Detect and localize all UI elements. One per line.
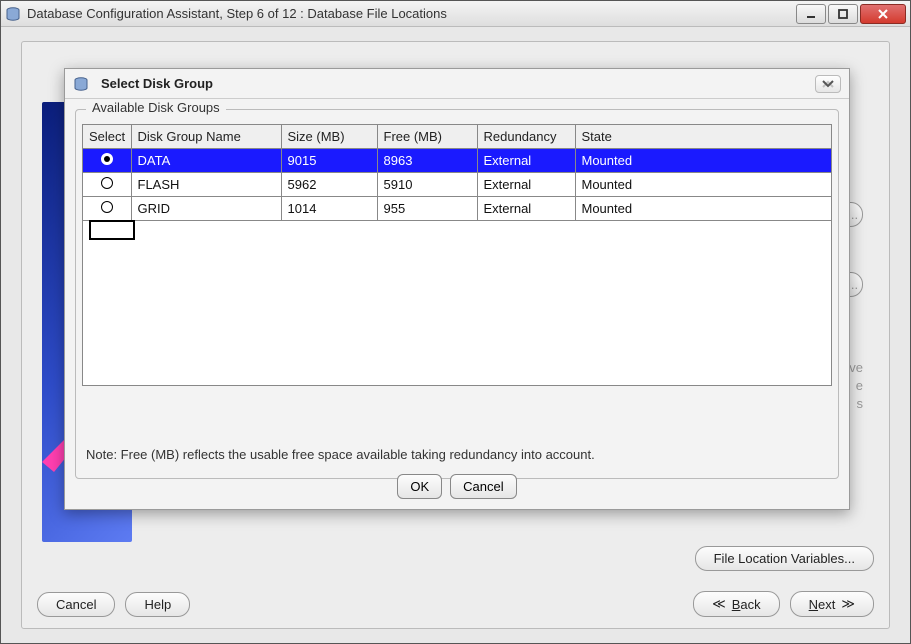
- cell-name: DATA: [131, 149, 281, 173]
- select-disk-group-dialog: Select Disk Group Available Disk Groups …: [64, 68, 850, 510]
- table-row[interactable]: GRID1014955ExternalMounted: [83, 197, 831, 221]
- dialog-titlebar[interactable]: Select Disk Group: [65, 69, 849, 99]
- close-button[interactable]: [860, 4, 906, 24]
- dialog-cancel-button[interactable]: Cancel: [450, 474, 516, 499]
- note-text: Note: Free (MB) reflects the usable free…: [86, 447, 828, 462]
- cell-state: Mounted: [575, 149, 831, 173]
- col-free[interactable]: Free (MB): [377, 125, 477, 149]
- dialog-close-button[interactable]: [815, 75, 841, 93]
- cell-size: 5962: [281, 173, 377, 197]
- back-label: ack: [740, 597, 760, 612]
- cell-name: FLASH: [131, 173, 281, 197]
- cancel-button[interactable]: Cancel: [37, 592, 115, 617]
- file-location-variables-button[interactable]: File Location Variables...: [695, 546, 874, 571]
- groupbox-label: Available Disk Groups: [86, 100, 226, 115]
- maximize-button[interactable]: [828, 4, 858, 24]
- cell-name: GRID: [131, 197, 281, 221]
- disk-group-table: Select Disk Group Name Size (MB) Free (M…: [83, 125, 831, 221]
- radio-icon[interactable]: [101, 177, 113, 189]
- col-size[interactable]: Size (MB): [281, 125, 377, 149]
- col-redundancy[interactable]: Redundancy: [477, 125, 575, 149]
- radio-cell[interactable]: [83, 173, 131, 197]
- cell-state: Mounted: [575, 173, 831, 197]
- radio-icon[interactable]: [101, 201, 113, 213]
- back-button[interactable]: ≪ Back: [693, 591, 780, 617]
- obscured-text-3: s: [857, 396, 864, 411]
- table-row[interactable]: DATA90158963ExternalMounted: [83, 149, 831, 173]
- cell-state: Mounted: [575, 197, 831, 221]
- cell-redundancy: External: [477, 173, 575, 197]
- dialog-title: Select Disk Group: [101, 76, 213, 91]
- available-disk-groups-box: Available Disk Groups Select Disk Group …: [75, 109, 839, 479]
- minimize-button[interactable]: [796, 4, 826, 24]
- close-icon: [821, 79, 835, 89]
- col-state[interactable]: State: [575, 125, 831, 149]
- cell-size: 9015: [281, 149, 377, 173]
- radio-cell[interactable]: [83, 149, 131, 173]
- ok-button[interactable]: OK: [397, 474, 442, 499]
- cell-free: 8963: [377, 149, 477, 173]
- col-select[interactable]: Select: [83, 125, 131, 149]
- dialog-buttons: OK Cancel: [65, 474, 849, 499]
- obscured-text-2: e: [856, 378, 863, 393]
- dialog-icon: [73, 76, 89, 92]
- focus-indicator-box: [89, 220, 135, 240]
- parent-titlebar[interactable]: Database Configuration Assistant, Step 6…: [1, 1, 910, 27]
- radio-cell[interactable]: [83, 197, 131, 221]
- cell-free: 5910: [377, 173, 477, 197]
- cell-free: 955: [377, 197, 477, 221]
- cell-redundancy: External: [477, 197, 575, 221]
- next-button[interactable]: Next ≫: [790, 591, 874, 617]
- table-row[interactable]: FLASH59625910ExternalMounted: [83, 173, 831, 197]
- radio-icon[interactable]: [101, 153, 113, 165]
- next-label: ext: [818, 597, 835, 612]
- col-name[interactable]: Disk Group Name: [131, 125, 281, 149]
- app-icon: [5, 6, 21, 22]
- chevron-right-icon: ≫: [841, 596, 855, 612]
- disk-group-table-container: Select Disk Group Name Size (MB) Free (M…: [82, 124, 832, 386]
- cell-redundancy: External: [477, 149, 575, 173]
- parent-title: Database Configuration Assistant, Step 6…: [27, 6, 796, 21]
- table-header-row: Select Disk Group Name Size (MB) Free (M…: [83, 125, 831, 149]
- wizard-nav: Cancel Help ≪ Back Next ≫: [37, 591, 874, 617]
- cell-size: 1014: [281, 197, 377, 221]
- window-controls: [796, 4, 906, 24]
- help-button[interactable]: Help: [125, 592, 190, 617]
- chevron-left-icon: ≪: [712, 596, 726, 612]
